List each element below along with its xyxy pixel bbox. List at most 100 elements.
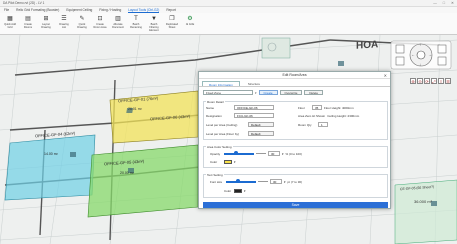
dialog-close-icon[interactable]: ✕ [384,73,387,78]
text-color-swatch[interactable] [234,189,242,193]
quick-add-grid-button[interactable]: ▦ Quick Add Grid [3,15,17,29]
arrow-down-icon[interactable]: ↓ [419,62,421,67]
tab-structure[interactable]: Structure [242,81,266,86]
window-controls: — □ ✕ [433,1,454,5]
font-size-unit: pt (7 to 30) [287,179,303,184]
overwrite-button[interactable]: Overwrite [279,90,303,95]
dialog-tabs: Room Information Structure [199,79,390,87]
area-color-swatch[interactable] [224,160,232,164]
create-room-area-button[interactable]: ⊡ Create Room Area [93,15,107,29]
menu-file[interactable]: File [4,8,9,12]
designation-input[interactable]: FCU-GF-06 [234,113,274,118]
room-area-label: 20.00 m² [120,171,134,175]
menu-equipment[interactable]: Equipment Ceiling [66,8,92,12]
floor-height-text: Floor Height: 4000mm [324,105,354,110]
create-rooms-button[interactable]: ▤ Create Rooms [21,15,35,29]
zoom-in-icon[interactable]: ⊕ [410,78,416,84]
list-view-icon[interactable]: ☰ [445,78,451,84]
ribbon-toolbar: ▦ Quick Add Grid ▤ Create Rooms ⊞ Layout Dr… [0,13,457,35]
menu-report[interactable]: Report [166,8,176,12]
name-input[interactable]: OFFICE-GF-06 [234,105,274,110]
list-icon: ☰ [61,16,67,22]
chevron-down-icon[interactable]: ▾ [244,189,246,193]
close-button[interactable]: ✕ [451,1,454,5]
room-area-label: 26.01 m² [128,107,142,111]
navigation-controls[interactable]: ↑ ↓ ← → [390,40,452,70]
batch-renaming-button[interactable]: T Batch Renaming [129,15,143,29]
text-setting-title: Text Setting [206,173,224,177]
arrow-right-icon[interactable]: → [428,52,432,57]
fit-view-icon[interactable]: ⤢ [431,78,437,84]
opacity-slider[interactable] [224,151,254,155]
text-color-label: Color [224,189,232,193]
edit-room-area-dialog: Edit Room/Area ✕ Room Information Struct… [198,71,391,209]
level-ceiling-input[interactable]: Default [248,122,274,127]
menu-fixing[interactable]: Fixing / Hosting [99,8,121,12]
dialog-title: Edit Room/Area [282,73,307,77]
steering-wheel-icon[interactable] [390,40,452,70]
document-icon: ▥ [115,16,121,22]
layout-drawing-button[interactable]: ⊞ Layout Drawing [39,15,53,29]
room-area-label: 14.00 m² [44,152,58,156]
ceiling-height-text: Ceiling Height: 2300mm [327,113,360,118]
floor-input[interactable]: 35 [312,105,322,110]
text-setting-group: Text Setting Font size 30 ▾ pt (7 to 30)… [203,173,388,198]
menu-icon[interactable]: ≡ [438,78,444,84]
opacity-unit: % (0 to 100) [285,151,302,156]
opacity-label: Opacity [210,151,221,156]
save-button[interactable]: Save [203,202,388,208]
area-color-group: Area Color Setting Opacity 30 ▾ % (0 to … [203,145,388,168]
font-size-slider[interactable] [226,179,256,183]
copy-icon: ❐ [169,16,175,22]
layout-icon: ⊞ [43,16,49,22]
ai-icon: ⚙ [187,16,193,22]
drawing-list-button[interactable]: ☰ Drawing List [57,15,71,29]
menu-layout-tools[interactable]: Layout Tools (Ctrl-G2) [128,8,160,13]
chevron-down-icon[interactable]: ▾ [284,180,286,184]
opacity-input[interactable]: 30 [268,151,280,156]
room-qty-label: Room Qty [298,122,312,127]
arrow-left-icon[interactable]: ← [411,52,415,57]
grid-icon: ▦ [7,16,13,22]
pen-icon: ✎ [79,16,85,22]
maximize-button[interactable]: □ [443,1,445,5]
delete-button[interactable]: Delete [304,90,324,95]
arrow-up-icon[interactable]: ↑ [419,42,421,47]
area-color-title: Area Color Setting [206,145,233,149]
chevron-down-icon[interactable]: ▾ [255,91,257,95]
room-detail-group: Room Detail Name OFFICE-GF-06 Floor 35 F… [203,100,388,140]
tab-room-information[interactable]: Room Information [202,81,240,87]
room-icon: ▤ [25,16,31,22]
create-button[interactable]: Create [258,90,278,95]
font-size-input[interactable]: 30 [270,179,282,184]
chevron-down-icon[interactable]: ▾ [282,152,284,156]
level-floor-input[interactable]: Default [248,131,274,136]
floor-label: Floor [298,105,305,110]
batch-filtering-button[interactable]: ▼ Batch Filtering Element [147,15,161,32]
room-office-gf-04[interactable] [4,134,96,201]
type-select[interactable]: Fixed Zone [203,90,253,95]
name-label: Name [206,105,215,110]
minimize-button[interactable]: — [433,1,437,5]
chevron-down-icon[interactable]: ▾ [234,160,236,164]
quick-drawing-button[interactable]: ✎ Quick Drawing [75,15,89,29]
zero-state-label: Area Zero Ht Shown [298,113,326,118]
type-row: Fixed Zone ▾ Create Overwrite Delete [203,90,324,95]
view-toolbar: ⊕ ⊖ ⟳ ⤢ ≡ ☰ [410,78,451,84]
duplicated-sheet-button[interactable]: ❐ Duplicated Sheet [165,15,179,29]
room-office-gf-05[interactable] [87,144,199,218]
color-label: Color [210,160,218,164]
title-bar: DA Pilot Demo.rvt (2D) - LV 1 — □ ✕ [0,0,457,7]
text-icon: T [134,16,138,22]
ai-ace-button[interactable]: ⚙ AI ACE [183,15,197,26]
filter-icon: ▼ [151,16,157,22]
level-floor-label: Level per Area (Floor by) [206,131,240,136]
allocate-document-button[interactable]: ▥ Allocate Document [111,15,125,29]
menu-relic-grid[interactable]: Relic Grid Formating (Booster) [16,8,59,12]
room-area-label: 36.000 m² [414,199,433,204]
zoom-out-icon[interactable]: ⊖ [417,78,423,84]
opacity-slider-track [256,153,266,154]
room-qty-input[interactable]: 1 [318,122,328,127]
font-size-label: Font size [210,179,223,184]
orbit-icon[interactable]: ⟳ [424,78,430,84]
